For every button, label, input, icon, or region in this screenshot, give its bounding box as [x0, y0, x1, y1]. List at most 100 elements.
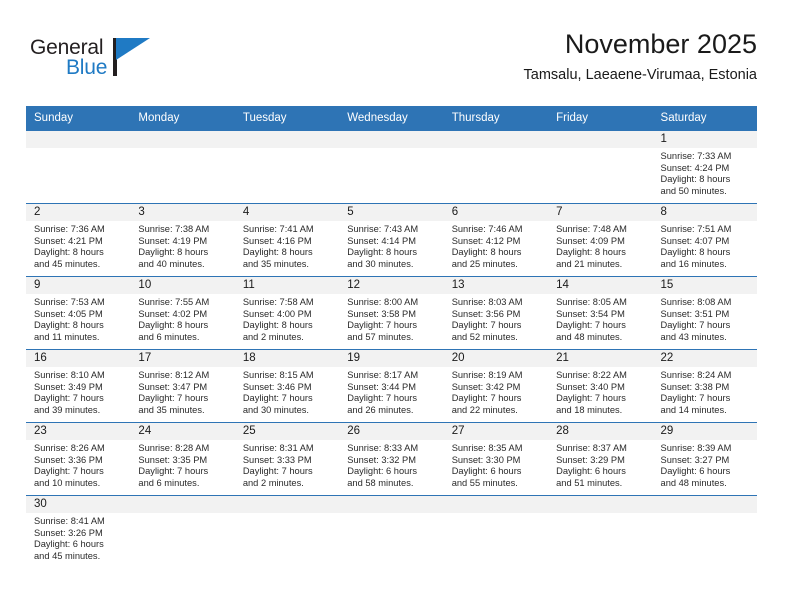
- day-details: Sunrise: 7:36 AM Sunset: 4:21 PM Daylight:…: [26, 221, 130, 270]
- day-number: [548, 131, 653, 148]
- sunrise-time: Sunrise: 8:39 AM: [660, 443, 732, 453]
- calendar-day-cell[interactable]: 13 Sunrise: 8:03 AM Sunset: 3:56 PM Dayligh…: [443, 276, 549, 350]
- sunrise-time: Sunrise: 8:31 AM: [242, 443, 314, 453]
- day-number: 19: [339, 350, 444, 367]
- sunrise-time: Sunrise: 8:17 AM: [347, 370, 419, 380]
- day-details: Sunrise: 7:33 AM Sunset: 4:24 PM Daylight:…: [653, 148, 757, 197]
- daylight-duration-line2: and 48 minutes.: [660, 477, 727, 488]
- day-details: Sunrise: 8:08 AM Sunset: 3:51 PM Daylight:…: [653, 294, 757, 343]
- day-number: 4: [234, 204, 340, 221]
- day-number: 9: [26, 277, 131, 294]
- sunrise-time: Sunrise: 8:22 AM: [556, 370, 627, 380]
- day-details: Sunrise: 8:22 AM Sunset: 3:40 PM Daylight:…: [548, 367, 652, 416]
- sunset-time: Sunset: 3:44 PM: [347, 381, 416, 392]
- calendar-day-cell[interactable]: 9 Sunrise: 7:53 AM Sunset: 4:05 PM Daylight…: [26, 276, 131, 350]
- calendar-week-row: 23 Sunrise: 8:26 AM Sunset: 3:36 PM Dayligh…: [26, 422, 757, 496]
- calendar-day-cell[interactable]: 8 Sunrise: 7:51 AM Sunset: 4:07 PM Daylight…: [652, 203, 757, 277]
- day-number: [652, 496, 757, 513]
- daylight-duration-line1: Daylight: 6 hours: [451, 466, 522, 477]
- day-number: 10: [130, 277, 235, 294]
- daylight-duration-line1: Daylight: 7 hours: [556, 393, 626, 404]
- daylight-duration-line1: Daylight: 8 hours: [347, 247, 418, 258]
- calendar-day-cell[interactable]: 24 Sunrise: 8:28 AM Sunset: 3:35 PM Dayligh…: [130, 422, 235, 496]
- sunset-time: Sunset: 3:33 PM: [242, 454, 312, 465]
- daylight-duration-line1: Daylight: 7 hours: [451, 320, 522, 331]
- calendar-day-cell-empty: [26, 130, 131, 204]
- calendar-day-cell[interactable]: 17 Sunrise: 8:12 AM Sunset: 3:47 PM Dayligh…: [130, 349, 235, 423]
- calendar-day-cell[interactable]: 16 Sunrise: 8:10 AM Sunset: 3:49 PM Dayligh…: [26, 349, 131, 423]
- sunrise-time: Sunrise: 8:10 AM: [34, 370, 105, 380]
- calendar-day-cell[interactable]: 11 Sunrise: 7:58 AM Sunset: 4:00 PM Dayligh…: [234, 276, 340, 350]
- sunset-time: Sunset: 3:26 PM: [34, 527, 103, 538]
- calendar-day-cell[interactable]: 23 Sunrise: 8:26 AM Sunset: 3:36 PM Dayligh…: [26, 422, 131, 496]
- calendar-day-cell[interactable]: 12 Sunrise: 8:00 AM Sunset: 3:58 PM Dayligh…: [339, 276, 444, 350]
- day-details: [235, 148, 339, 151]
- day-details: [130, 148, 234, 151]
- day-number: 27: [443, 423, 549, 440]
- calendar-day-cell[interactable]: 1 Sunrise: 7:33 AM Sunset: 4:24 PM Daylight…: [652, 130, 757, 204]
- calendar-day-cell[interactable]: 28 Sunrise: 8:37 AM Sunset: 3:29 PM Dayligh…: [548, 422, 653, 496]
- sunrise-time: Sunrise: 8:00 AM: [347, 297, 419, 307]
- calendar-day-cell[interactable]: 3 Sunrise: 7:38 AM Sunset: 4:19 PM Daylight…: [130, 203, 235, 277]
- calendar-day-cell[interactable]: 2 Sunrise: 7:36 AM Sunset: 4:21 PM Daylight…: [26, 203, 131, 277]
- day-number: 17: [130, 350, 235, 367]
- sunrise-time: Sunrise: 7:55 AM: [138, 297, 210, 307]
- calendar-day-cell[interactable]: 21 Sunrise: 8:22 AM Sunset: 3:40 PM Dayligh…: [548, 349, 653, 423]
- day-details: Sunrise: 8:31 AM Sunset: 3:33 PM Daylight:…: [235, 440, 339, 489]
- day-details: Sunrise: 8:24 AM Sunset: 3:38 PM Daylight:…: [653, 367, 757, 416]
- calendar-day-cell[interactable]: 30 Sunrise: 8:41 AM Sunset: 3:26 PM Dayligh…: [26, 495, 131, 568]
- calendar-day-cell[interactable]: 14 Sunrise: 8:05 AM Sunset: 3:54 PM Dayligh…: [548, 276, 653, 350]
- sunset-time: Sunset: 3:27 PM: [660, 454, 730, 465]
- page-subtitle: Tamsalu, Laeaene-Virumaa, Estonia: [523, 67, 757, 83]
- day-details: Sunrise: 8:12 AM Sunset: 3:47 PM Daylight:…: [130, 367, 234, 416]
- calendar-day-cell[interactable]: 22 Sunrise: 8:24 AM Sunset: 3:38 PM Dayligh…: [652, 349, 757, 423]
- daylight-duration-line2: and 6 minutes.: [138, 477, 200, 488]
- calendar-week-row: 2 Sunrise: 7:36 AM Sunset: 4:21 PM Daylight…: [26, 203, 757, 277]
- weekday-header-friday: Friday: [548, 106, 653, 131]
- weekday-header-monday: Monday: [130, 106, 235, 131]
- calendar-day-cell[interactable]: 6 Sunrise: 7:46 AM Sunset: 4:12 PM Daylight…: [443, 203, 549, 277]
- day-details: Sunrise: 8:00 AM Sunset: 3:58 PM Daylight:…: [339, 294, 443, 343]
- sunset-time: Sunset: 3:40 PM: [556, 381, 625, 392]
- sunset-time: Sunset: 4:05 PM: [34, 308, 103, 319]
- calendar-day-cell[interactable]: 7 Sunrise: 7:48 AM Sunset: 4:09 PM Daylight…: [548, 203, 653, 277]
- sunrise-time: Sunrise: 8:15 AM: [242, 370, 314, 380]
- calendar-day-cell[interactable]: 27 Sunrise: 8:35 AM Sunset: 3:30 PM Dayligh…: [443, 422, 549, 496]
- day-number: 15: [652, 277, 757, 294]
- calendar-day-cell[interactable]: 18 Sunrise: 8:15 AM Sunset: 3:46 PM Dayligh…: [234, 349, 340, 423]
- calendar-day-cell[interactable]: 5 Sunrise: 7:43 AM Sunset: 4:14 PM Daylight…: [339, 203, 444, 277]
- daylight-duration-line1: Daylight: 8 hours: [138, 320, 209, 331]
- sunset-time: Sunset: 3:32 PM: [347, 454, 416, 465]
- day-number: 7: [548, 204, 653, 221]
- calendar-day-cell[interactable]: 26 Sunrise: 8:33 AM Sunset: 3:32 PM Dayligh…: [339, 422, 444, 496]
- daylight-duration-line2: and 52 minutes.: [451, 331, 518, 342]
- sunrise-time: Sunrise: 8:41 AM: [34, 516, 105, 526]
- day-number: [234, 131, 340, 148]
- daylight-duration-line2: and 57 minutes.: [347, 331, 414, 342]
- calendar-day-cell[interactable]: 10 Sunrise: 7:55 AM Sunset: 4:02 PM Dayligh…: [130, 276, 235, 350]
- calendar-day-cell-empty: [652, 495, 757, 568]
- sunset-time: Sunset: 3:56 PM: [451, 308, 521, 319]
- calendar-day-cell[interactable]: 29 Sunrise: 8:39 AM Sunset: 3:27 PM Dayligh…: [652, 422, 757, 496]
- daylight-duration-line2: and 43 minutes.: [660, 331, 727, 342]
- sunset-time: Sunset: 3:36 PM: [34, 454, 103, 465]
- sunset-time: Sunset: 4:00 PM: [242, 308, 312, 319]
- calendar-day-cell[interactable]: 19 Sunrise: 8:17 AM Sunset: 3:44 PM Dayligh…: [339, 349, 444, 423]
- daylight-duration-line2: and 40 minutes.: [138, 258, 205, 269]
- day-details: [444, 148, 548, 151]
- daylight-duration-line2: and 26 minutes.: [347, 404, 414, 415]
- calendar-day-cell[interactable]: 25 Sunrise: 8:31 AM Sunset: 3:33 PM Dayligh…: [234, 422, 340, 496]
- calendar-day-cell[interactable]: 15 Sunrise: 8:08 AM Sunset: 3:51 PM Dayligh…: [652, 276, 757, 350]
- calendar-week-row: 9 Sunrise: 7:53 AM Sunset: 4:05 PM Daylight…: [26, 276, 757, 350]
- calendar-day-cell[interactable]: 20 Sunrise: 8:19 AM Sunset: 3:42 PM Dayligh…: [443, 349, 549, 423]
- day-details: Sunrise: 8:28 AM Sunset: 3:35 PM Daylight:…: [130, 440, 234, 489]
- sunset-time: Sunset: 3:35 PM: [138, 454, 208, 465]
- daylight-duration-line1: Daylight: 6 hours: [660, 466, 731, 477]
- sunset-time: Sunset: 4:19 PM: [138, 235, 208, 246]
- calendar-day-cell[interactable]: 4 Sunrise: 7:41 AM Sunset: 4:16 PM Daylight…: [234, 203, 340, 277]
- day-number: [339, 496, 444, 513]
- sunset-time: Sunset: 4:24 PM: [660, 162, 730, 173]
- day-details: Sunrise: 8:35 AM Sunset: 3:30 PM Daylight:…: [444, 440, 548, 489]
- daylight-duration-line1: Daylight: 6 hours: [347, 466, 418, 477]
- day-number: 26: [339, 423, 444, 440]
